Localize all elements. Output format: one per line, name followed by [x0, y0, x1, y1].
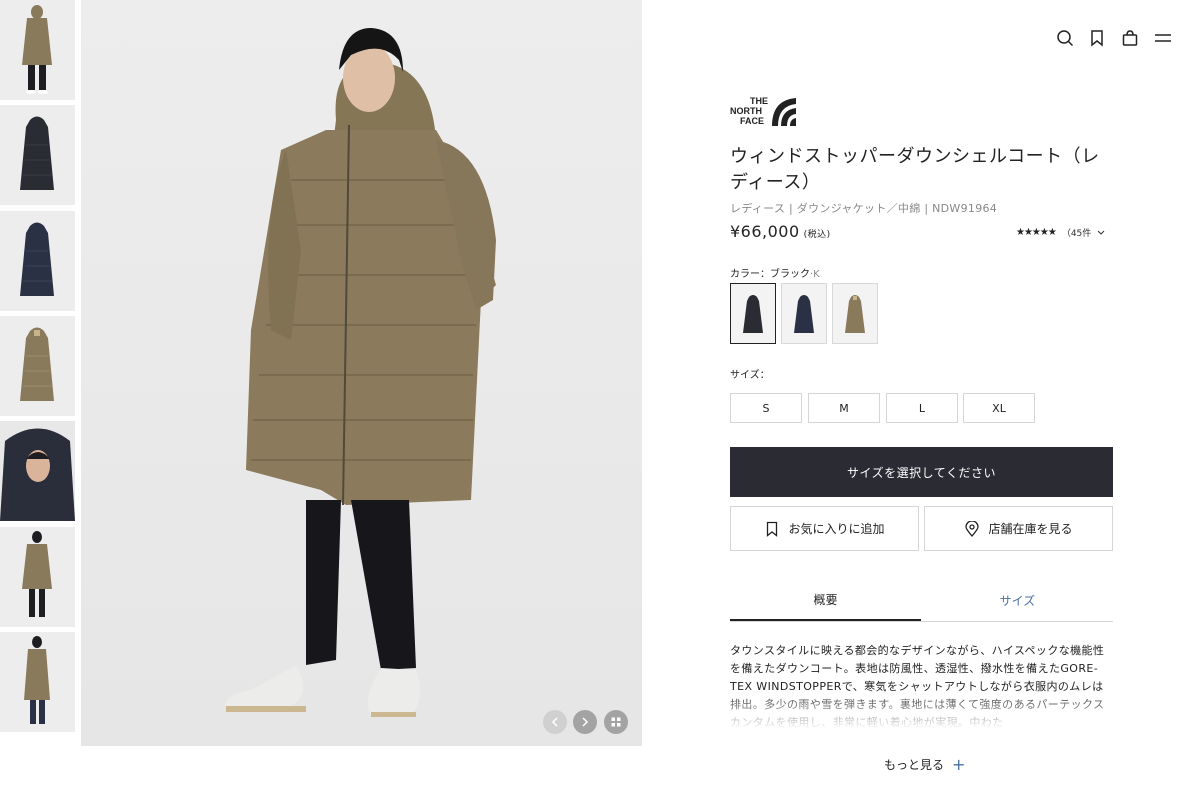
chevron-left-icon — [551, 717, 558, 727]
bookmark-icon — [1091, 30, 1103, 47]
coat-khaki-swatch-image — [845, 294, 865, 333]
chevron-right-icon — [582, 717, 589, 727]
thumbnail-4[interactable] — [0, 316, 75, 416]
menu-icon — [1155, 34, 1171, 42]
bookmark-icon — [767, 521, 778, 537]
color-value: ブラック — [770, 269, 810, 280]
color-swatch-navy[interactable] — [781, 283, 827, 344]
plus-icon: + — [952, 755, 966, 774]
svg-text:THE: THE — [750, 96, 768, 106]
color-label: カラー：ブラック·K — [730, 265, 820, 280]
chevron-down-icon — [1097, 230, 1105, 235]
image-next-button[interactable] — [573, 710, 597, 734]
tab-size[interactable]: サイズ — [922, 580, 1113, 621]
model-photo — [225, 28, 496, 717]
size-label: サイズ： — [730, 370, 770, 381]
price-tax-note: (税込) — [803, 230, 831, 240]
color-code: ·K — [810, 269, 820, 280]
coat-black-swatch-image — [743, 294, 763, 333]
product-breadcrumb: レディース | ダウンジャケット／中綿 | NDW91964 — [730, 202, 998, 215]
store-stock-label: 店舗在庫を見る — [988, 522, 1073, 536]
show-more-button[interactable]: もっと見る + — [884, 755, 965, 774]
thumbnail-2[interactable] — [0, 105, 75, 205]
svg-text:NORTH: NORTH — [730, 106, 762, 116]
color-swatch-khaki[interactable] — [832, 283, 878, 344]
description-fade — [730, 690, 1114, 734]
svg-text:FACE: FACE — [740, 116, 764, 126]
cart-button[interactable] — [1121, 29, 1139, 47]
image-grid-button[interactable] — [604, 710, 628, 734]
size-m-button[interactable]: M — [808, 393, 880, 423]
color-label-prefix: カラー： — [730, 269, 770, 280]
bag-icon — [1122, 30, 1138, 46]
size-xl-button[interactable]: XL — [963, 393, 1035, 423]
color-swatch-black[interactable] — [730, 283, 776, 344]
bookmark-button[interactable] — [1088, 29, 1106, 47]
add-to-favorites-button[interactable]: お気に入りに追加 — [730, 506, 919, 551]
rating-summary[interactable]: ★★★★★ （45件 — [1016, 226, 1105, 239]
price-value: ¥66,000 — [730, 222, 800, 241]
info-tabs: 概要 サイズ — [730, 580, 1113, 622]
review-count: （45件 — [1061, 229, 1092, 239]
size-s-button[interactable]: S — [730, 393, 802, 423]
main-product-image — [81, 0, 642, 746]
product-title: ウィンドストッパーダウンシェルコート（レディース） — [730, 146, 1100, 193]
grid-icon — [611, 717, 621, 727]
tab-overview[interactable]: 概要 — [730, 580, 921, 621]
brand-logo[interactable]: THE NORTH FACE — [730, 96, 798, 128]
thumbnail-strip — [0, 0, 76, 804]
show-more-label: もっと見る — [884, 758, 945, 772]
thumbnail-3[interactable] — [0, 211, 75, 311]
star-rating: ★★★★★ — [1016, 227, 1057, 238]
thumbnail-1[interactable] — [0, 0, 75, 100]
select-size-cta-button[interactable]: サイズを選択してください — [730, 447, 1113, 497]
thumbnail-6[interactable] — [0, 527, 75, 627]
coat-navy-swatch-image — [794, 294, 814, 333]
menu-button[interactable] — [1154, 29, 1172, 47]
store-stock-button[interactable]: 店舗在庫を見る — [924, 506, 1113, 551]
product-price: ¥66,000 (税込) — [730, 222, 831, 241]
search-button[interactable] — [1056, 29, 1074, 47]
thumbnail-7[interactable] — [0, 632, 75, 732]
thumbnail-5[interactable] — [0, 421, 75, 521]
image-prev-button[interactable] — [543, 710, 567, 734]
search-icon — [1057, 30, 1074, 47]
size-l-button[interactable]: L — [886, 393, 958, 423]
favorites-label: お気に入りに追加 — [788, 522, 885, 536]
location-pin-icon — [965, 520, 980, 537]
